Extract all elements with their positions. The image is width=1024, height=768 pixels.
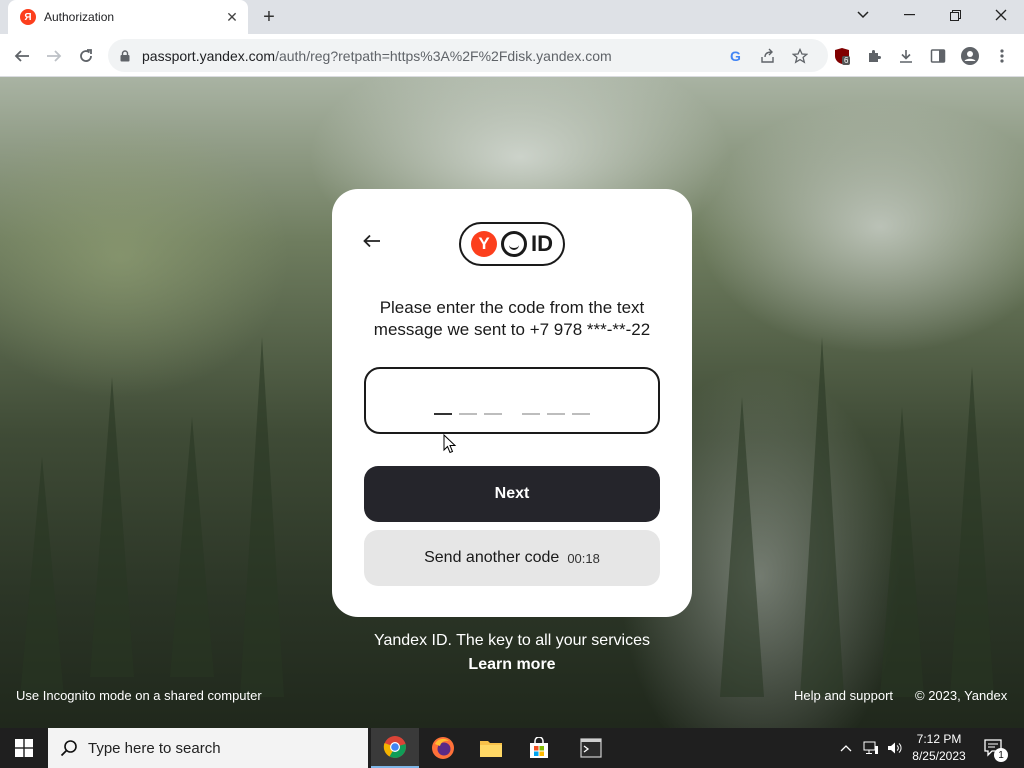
instruction-line-1: Please enter the code from the text xyxy=(379,298,645,317)
tree-decoration xyxy=(20,457,64,697)
notification-count-badge: 1 xyxy=(994,748,1008,762)
tree-decoration xyxy=(720,397,764,697)
chrome-taskbar-icon[interactable] xyxy=(371,728,419,768)
google-translate-icon[interactable]: G xyxy=(726,46,746,66)
url-path: /auth/reg?retpath=https%3A%2F%2Fdisk.yan… xyxy=(275,47,612,64)
code-digit-4 xyxy=(522,413,540,415)
copyright-text: © 2023, Yandex xyxy=(915,688,1008,703)
reload-button[interactable] xyxy=(72,42,100,70)
help-and-support-link[interactable]: Help and support xyxy=(794,688,893,703)
tree-decoration xyxy=(170,417,214,677)
send-another-code-button[interactable]: Send another code 00:18 xyxy=(364,530,660,586)
smile-icon xyxy=(501,231,527,257)
firefox-taskbar-icon[interactable] xyxy=(419,728,467,768)
instruction-line-2: message we sent to +7 978 ***-**-22 xyxy=(373,320,651,339)
bookmark-star-icon[interactable] xyxy=(790,46,810,66)
menu-kebab-icon[interactable] xyxy=(992,46,1012,66)
back-button[interactable] xyxy=(8,42,36,70)
auth-card: Y ID Please enter the code from the text… xyxy=(332,189,692,617)
side-panel-icon[interactable] xyxy=(928,46,948,66)
tree-decoration xyxy=(950,367,994,697)
store-taskbar-icon[interactable] xyxy=(515,728,563,768)
minimize-button[interactable] xyxy=(886,0,932,30)
next-button[interactable]: Next xyxy=(364,466,660,522)
taskbar-search[interactable]: Type here to search xyxy=(48,728,368,768)
terminal-taskbar-icon[interactable] xyxy=(567,728,615,768)
tab-title: Authorization xyxy=(44,10,115,24)
instruction-text: Please enter the code from the text mess… xyxy=(352,297,672,341)
show-hidden-icons-chevron-up-icon[interactable] xyxy=(836,728,856,768)
code-digit-2 xyxy=(459,413,477,415)
file-explorer-taskbar-icon[interactable] xyxy=(467,728,515,768)
browser-tab-bar: Я Authorization ✕ + xyxy=(0,0,1024,34)
svg-text:G: G xyxy=(730,48,741,64)
clock-time: 7:12 PM xyxy=(916,732,962,746)
back-arrow-icon[interactable] xyxy=(360,231,384,251)
search-icon xyxy=(60,739,78,757)
search-placeholder: Type here to search xyxy=(88,739,221,757)
profile-avatar-icon[interactable] xyxy=(960,46,980,66)
sms-code-input[interactable] xyxy=(364,367,660,434)
learn-more-link[interactable]: Learn more xyxy=(332,656,692,674)
url-text: passport.yandex.com/auth/reg?retpath=htt… xyxy=(142,48,612,64)
incognito-hint-link[interactable]: Use Incognito mode on a shared computer xyxy=(16,688,262,703)
volume-icon[interactable] xyxy=(884,728,906,768)
tab-authorization[interactable]: Я Authorization ✕ xyxy=(8,0,248,34)
tree-decoration xyxy=(880,407,924,697)
code-digit-5 xyxy=(547,413,565,415)
system-clock[interactable]: 7:12 PM 8/25/2023 xyxy=(906,731,972,765)
extension-badge: 6 xyxy=(842,56,851,65)
browser-toolbar: passport.yandex.com/auth/reg?retpath=htt… xyxy=(0,34,1024,77)
code-digit-6 xyxy=(572,413,590,415)
start-button[interactable] xyxy=(0,728,48,768)
share-icon[interactable] xyxy=(758,46,778,66)
code-digit-3 xyxy=(484,413,502,415)
yandex-logo-icon: Y xyxy=(471,231,497,257)
windows-logo-icon xyxy=(15,739,33,757)
lock-icon[interactable] xyxy=(120,49,132,63)
tree-decoration xyxy=(800,337,844,697)
new-tab-button[interactable]: + xyxy=(258,6,280,28)
tab-search-chevron-down-icon[interactable] xyxy=(840,0,886,30)
extensions-puzzle-icon[interactable] xyxy=(864,46,884,66)
tagline: Yandex ID. The key to all your services xyxy=(374,632,650,649)
yandex-favicon-icon: Я xyxy=(20,9,36,25)
restore-button[interactable] xyxy=(932,0,978,30)
clock-date: 8/25/2023 xyxy=(912,749,966,763)
resend-label: Send another code xyxy=(424,549,560,566)
tree-decoration xyxy=(240,337,284,697)
logo-id-text: ID xyxy=(531,231,553,256)
address-bar[interactable]: passport.yandex.com/auth/reg?retpath=htt… xyxy=(108,39,828,72)
code-digit-1 xyxy=(434,413,452,415)
forward-button[interactable] xyxy=(40,42,68,70)
download-icon[interactable] xyxy=(896,46,916,66)
ublock-extension-icon[interactable]: 6 xyxy=(832,46,852,66)
close-window-button[interactable] xyxy=(978,0,1024,30)
resend-timer: 00:18 xyxy=(567,550,600,566)
network-icon[interactable] xyxy=(860,728,882,768)
url-host: passport.yandex.com xyxy=(142,47,276,64)
windows-taskbar: Type here to search 7:12 PM 8/25/2023 1 xyxy=(0,728,1024,768)
tree-decoration xyxy=(90,377,134,677)
yandex-id-logo: Y ID xyxy=(459,222,565,266)
page-background: Y ID Please enter the code from the text… xyxy=(0,77,1024,728)
mouse-cursor-icon xyxy=(443,434,457,454)
notifications-icon[interactable]: 1 xyxy=(980,728,1008,768)
close-tab-icon[interactable]: ✕ xyxy=(224,9,240,25)
